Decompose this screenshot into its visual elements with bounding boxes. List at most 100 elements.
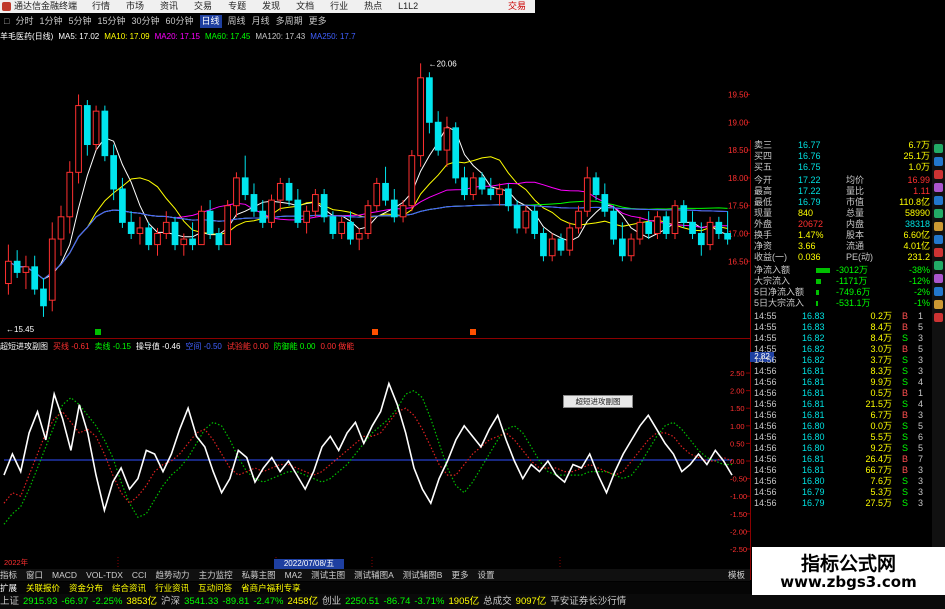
info-tab-1[interactable]: 关联报价 bbox=[26, 583, 60, 593]
candle-body bbox=[259, 210, 267, 223]
period-tab-6[interactable]: 日线 bbox=[199, 15, 222, 28]
indicator-tab-10[interactable]: 测试辅图A bbox=[354, 570, 394, 580]
stat-label: 股本 bbox=[846, 230, 865, 240]
period-tab-5[interactable]: 60分钟 bbox=[166, 15, 194, 28]
menu-item-2[interactable]: 资讯 bbox=[160, 1, 178, 11]
trade-volume: 8.4万 bbox=[870, 333, 892, 343]
menu-item-1[interactable]: 市场 bbox=[126, 1, 144, 11]
toolbar-icon[interactable] bbox=[934, 209, 943, 218]
indicator-tooltip[interactable]: 超短进攻副图 bbox=[563, 395, 633, 408]
trade-side: B bbox=[902, 388, 909, 398]
trade-time: 14:56 bbox=[754, 465, 777, 475]
candle-body bbox=[206, 210, 214, 234]
menu-item-7[interactable]: 行业 bbox=[330, 1, 348, 11]
candle-body bbox=[373, 182, 381, 207]
trade-count: 3 bbox=[918, 465, 924, 475]
indicator-tab-6[interactable]: 主力监控 bbox=[199, 570, 233, 580]
quote-stat-row: 最高 17.22 量比 1.11 bbox=[754, 186, 930, 197]
period-tab-10[interactable]: 更多 bbox=[309, 15, 327, 28]
info-tab-0[interactable]: 扩展 bbox=[0, 583, 17, 593]
candle-body bbox=[417, 77, 424, 157]
indicator-tab-2[interactable]: MACD bbox=[52, 570, 77, 580]
indicator-tab-9[interactable]: 测试主图 bbox=[311, 570, 345, 580]
candle-body bbox=[154, 232, 161, 246]
toolbar-icon[interactable] bbox=[934, 235, 943, 244]
stat-label: 净资 bbox=[754, 241, 773, 251]
indicator-chart[interactable]: 2.50 2.00 1.50 1.00 0.50 0.00 -0.50 -1.00 -1.50 -… bbox=[0, 352, 750, 567]
candle-body bbox=[13, 260, 21, 273]
menu-item-0[interactable]: 行情 bbox=[92, 1, 110, 11]
period-tab-7[interactable]: 周线 bbox=[228, 15, 246, 28]
period-tab-8[interactable]: 月线 bbox=[252, 15, 270, 28]
period-toggle-icon[interactable]: □ bbox=[4, 15, 9, 28]
toolbar-icon[interactable] bbox=[934, 274, 943, 283]
indicator-tab-7[interactable]: 私募主图 bbox=[242, 570, 276, 580]
toolbar-icon[interactable] bbox=[934, 261, 943, 270]
fund-flow-value: -3012万 bbox=[836, 265, 869, 275]
candle-body bbox=[355, 232, 363, 240]
order-book-price: 16.77 bbox=[798, 140, 821, 150]
toolbar-icon[interactable] bbox=[934, 196, 943, 205]
candle-body bbox=[469, 177, 477, 196]
candle-body bbox=[697, 232, 705, 246]
trade-price: 16.83 bbox=[802, 322, 825, 332]
indicator-tab-1[interactable]: 窗口 bbox=[26, 570, 43, 580]
info-tab-2[interactable]: 资金分布 bbox=[69, 583, 103, 593]
period-tab-4[interactable]: 30分钟 bbox=[132, 15, 160, 28]
indicator-tab-3[interactable]: VOL-TDX bbox=[86, 570, 123, 580]
indicator-tab-13[interactable]: 设置 bbox=[477, 570, 494, 580]
period-tab-0[interactable]: 分时 bbox=[15, 15, 33, 28]
toolbar-icon[interactable] bbox=[934, 248, 943, 257]
period-tab-9[interactable]: 多周期 bbox=[276, 15, 303, 28]
indicator-legend: 超短进攻副图 买线 -0.61 卖线 -0.15 操导值 -0.46 空间 -0.50 试… bbox=[0, 341, 750, 352]
info-tab-6[interactable]: 省商户福利专享 bbox=[241, 583, 301, 593]
trade-menu-button[interactable]: 交易 bbox=[508, 0, 526, 13]
menu-item-9[interactable]: L1L2 bbox=[398, 1, 418, 11]
template-tab[interactable]: 模板 bbox=[728, 569, 745, 581]
status-item-5: 沪深 bbox=[161, 596, 181, 607]
stat-value: 20672 bbox=[798, 219, 824, 229]
market-status-bar: 上证 2915.93 -66.97 -2.25% 3853亿 沪深 3541.33 -89.8… bbox=[0, 594, 945, 609]
event-marker-icon[interactable] bbox=[470, 329, 476, 335]
toolbar-icon[interactable] bbox=[934, 287, 943, 296]
toolbar-icon[interactable] bbox=[934, 300, 943, 309]
indicator-tab-4[interactable]: CCI bbox=[132, 570, 147, 580]
indicator-tab-5[interactable]: 趋势动力 bbox=[156, 570, 190, 580]
trade-count: 5 bbox=[918, 322, 924, 332]
indicator-tab-11[interactable]: 测试辅图B bbox=[403, 570, 443, 580]
menu-item-4[interactable]: 专题 bbox=[228, 1, 246, 11]
toolbar-icon[interactable] bbox=[934, 144, 943, 153]
trade-count: 1 bbox=[918, 311, 924, 321]
toolbar-icon[interactable] bbox=[934, 170, 943, 179]
candle-body bbox=[40, 288, 47, 307]
tick-trade-row: 14:55 16.82 8.4万 S 3 bbox=[754, 333, 930, 344]
indicator-tab-12[interactable]: 更多 bbox=[451, 570, 468, 580]
toolbar-icon[interactable] bbox=[934, 313, 943, 322]
toolbar-icon[interactable] bbox=[934, 157, 943, 166]
kline-chart[interactable]: 19.50 19.00 18.50 18.00 17.50 17.00 16.50 ←20.0… bbox=[0, 42, 750, 337]
period-tab-1[interactable]: 1分钟 bbox=[39, 15, 62, 28]
menu-item-5[interactable]: 发现 bbox=[262, 1, 280, 11]
indicator-tab-0[interactable]: 指标 bbox=[0, 570, 17, 580]
toolbar-icon[interactable] bbox=[934, 183, 943, 192]
fund-flow-value: -749.6万 bbox=[836, 287, 871, 297]
candle-body bbox=[426, 77, 433, 123]
event-marker-icon[interactable] bbox=[372, 329, 378, 335]
period-tab-2[interactable]: 5分钟 bbox=[68, 15, 91, 28]
menu-item-6[interactable]: 文档 bbox=[296, 1, 314, 11]
info-tab-5[interactable]: 互动问答 bbox=[198, 583, 232, 593]
period-tab-3[interactable]: 15分钟 bbox=[97, 15, 125, 28]
info-tab-3[interactable]: 综合资讯 bbox=[112, 583, 146, 593]
toolbar-icon[interactable] bbox=[934, 222, 943, 231]
trade-side: B bbox=[902, 344, 909, 354]
info-tab-4[interactable]: 行业资讯 bbox=[155, 583, 189, 593]
high-price-label: ←20.06 bbox=[429, 59, 458, 68]
trade-volume: 5.3万 bbox=[870, 487, 892, 497]
indicator-tab-8[interactable]: MA2 bbox=[285, 570, 302, 580]
quote-stat-row: 收益(一) 0.036 PE(动) 231.2 bbox=[754, 252, 930, 263]
event-marker-icon[interactable] bbox=[95, 329, 101, 335]
menu-item-3[interactable]: 交易 bbox=[194, 1, 212, 11]
trade-time: 14:56 bbox=[754, 355, 777, 365]
trade-volume: 21.5万 bbox=[865, 399, 892, 409]
menu-item-8[interactable]: 热点 bbox=[364, 1, 382, 11]
